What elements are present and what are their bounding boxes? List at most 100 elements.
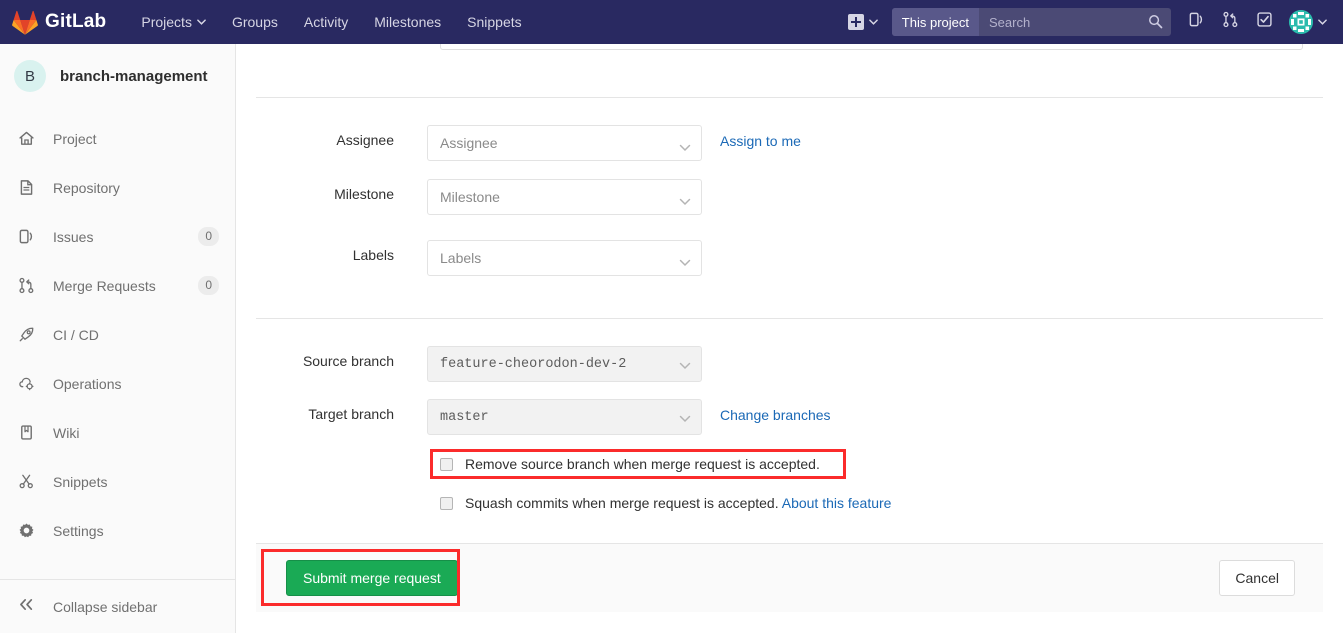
chevron-down-icon bbox=[679, 254, 691, 270]
labels-label: Labels bbox=[352, 247, 394, 263]
sidebar-item-project[interactable]: Project bbox=[0, 114, 235, 163]
gear-icon bbox=[18, 522, 35, 539]
search-icon bbox=[1148, 14, 1163, 34]
user-menu-button[interactable] bbox=[1281, 0, 1333, 44]
search-input[interactable] bbox=[979, 8, 1171, 36]
sidebar-item-ci-cd-label: CI / CD bbox=[53, 326, 99, 343]
document-icon bbox=[18, 179, 35, 196]
chevron-down-icon bbox=[679, 360, 691, 375]
labels-select[interactable]: Labels bbox=[427, 240, 702, 276]
project-name: branch-management bbox=[60, 67, 208, 85]
field-row-assignee: Assignee Assignee Assign to me bbox=[256, 125, 801, 161]
checkbox-row-squash-commits: Squash commits when merge request is acc… bbox=[440, 495, 891, 511]
merge-requests-icon bbox=[18, 277, 35, 294]
sidebar-item-wiki-label: Wiki bbox=[53, 424, 80, 441]
form-divider-middle bbox=[256, 318, 1323, 319]
cancel-button[interactable]: Cancel bbox=[1219, 560, 1295, 596]
about-this-feature-link[interactable]: About this feature bbox=[782, 495, 892, 511]
nav-link-milestones[interactable]: Milestones bbox=[361, 0, 454, 44]
sidebar-item-operations-label: Operations bbox=[53, 375, 122, 392]
plus-square-icon bbox=[847, 14, 864, 30]
sidebar-item-issues-label: Issues bbox=[53, 228, 94, 245]
chevron-down-icon bbox=[197, 19, 206, 25]
squash-commits-label[interactable]: Squash commits when merge request is acc… bbox=[465, 495, 891, 511]
navbar-right-group: This project bbox=[840, 0, 1343, 44]
issues-icon bbox=[1188, 11, 1205, 33]
target-branch-label: Target branch bbox=[308, 406, 394, 422]
navbar-issues-button[interactable] bbox=[1179, 0, 1213, 44]
sidebar-item-repository-label: Repository bbox=[53, 179, 120, 196]
nav-link-groups[interactable]: Groups bbox=[219, 0, 291, 44]
field-row-source-branch: Source branch feature-cheorodon-dev-2 bbox=[256, 346, 702, 382]
sidebar-project-header[interactable]: B branch-management bbox=[0, 44, 235, 108]
sidebar-item-snippets[interactable]: Snippets bbox=[0, 457, 235, 506]
collapse-sidebar-button[interactable]: Collapse sidebar bbox=[0, 579, 235, 633]
assignee-select-value: Assignee bbox=[440, 135, 498, 151]
target-branch-select[interactable]: master bbox=[427, 399, 702, 435]
navbar-merge-requests-button[interactable] bbox=[1213, 0, 1247, 44]
sidebar-item-settings-label: Settings bbox=[53, 522, 104, 539]
operations-cloud-gear-icon bbox=[18, 375, 35, 392]
gitlab-brand-text: GitLab bbox=[45, 11, 107, 32]
remove-source-branch-label[interactable]: Remove source branch when merge request … bbox=[465, 456, 820, 472]
sidebar-nav: Project Repository Issues 0 Merge Reques… bbox=[0, 108, 235, 555]
nav-link-projects[interactable]: Projects bbox=[128, 0, 219, 44]
book-icon bbox=[18, 424, 35, 441]
source-branch-value: feature-cheorodon-dev-2 bbox=[440, 356, 627, 372]
form-actions-bar: Submit merge request Cancel bbox=[256, 543, 1323, 612]
chevron-down-icon bbox=[1318, 19, 1327, 25]
nav-link-projects-label: Projects bbox=[141, 14, 192, 30]
target-branch-value: master bbox=[440, 409, 489, 425]
sidebar-item-ci-cd[interactable]: CI / CD bbox=[0, 310, 235, 359]
scrolled-partial-input[interactable] bbox=[440, 44, 1303, 50]
sidebar-item-issues[interactable]: Issues 0 bbox=[0, 212, 235, 261]
field-row-labels: Labels Labels bbox=[256, 240, 702, 276]
todos-check-icon bbox=[1256, 11, 1273, 33]
field-row-target-branch: Target branch master Change branches bbox=[256, 399, 831, 435]
merge-request-form-content: Assignee Assignee Assign to me Milestone… bbox=[236, 44, 1343, 633]
assignee-label: Assignee bbox=[336, 132, 394, 148]
sidebar-item-operations[interactable]: Operations bbox=[0, 359, 235, 408]
submit-merge-request-button[interactable]: Submit merge request bbox=[286, 560, 458, 596]
double-chevron-left-icon bbox=[18, 598, 35, 616]
sidebar-item-merge-requests[interactable]: Merge Requests 0 bbox=[0, 261, 235, 310]
chevron-down-icon bbox=[679, 193, 691, 209]
search-scope-button[interactable]: This project bbox=[891, 8, 979, 36]
gitlab-home-link[interactable]: GitLab bbox=[12, 0, 106, 44]
form-divider-top bbox=[256, 97, 1323, 98]
rocket-icon bbox=[18, 326, 35, 343]
sidebar-item-snippets-label: Snippets bbox=[53, 473, 108, 490]
sidebar-item-repository[interactable]: Repository bbox=[0, 163, 235, 212]
chevron-down-icon bbox=[679, 413, 691, 428]
navbar-todos-button[interactable] bbox=[1247, 0, 1281, 44]
navbar-links: Projects Groups Activity Milestones Snip… bbox=[128, 0, 534, 44]
new-item-button[interactable] bbox=[840, 0, 886, 44]
labels-select-value: Labels bbox=[440, 250, 482, 266]
remove-source-branch-checkbox[interactable] bbox=[440, 457, 453, 471]
squash-commits-checkbox[interactable] bbox=[440, 496, 453, 510]
assign-to-me-link[interactable]: Assign to me bbox=[720, 125, 801, 149]
assignee-select[interactable]: Assignee bbox=[427, 125, 702, 161]
sidebar-item-issues-badge: 0 bbox=[198, 227, 219, 246]
scissors-icon bbox=[18, 473, 35, 490]
source-branch-select[interactable]: feature-cheorodon-dev-2 bbox=[427, 346, 702, 382]
search-bar: This project bbox=[891, 8, 1171, 36]
chevron-down-icon bbox=[679, 139, 691, 155]
issues-icon bbox=[18, 228, 35, 245]
milestone-label: Milestone bbox=[334, 186, 394, 202]
sidebar-item-settings[interactable]: Settings bbox=[0, 506, 235, 555]
project-avatar: B bbox=[14, 60, 46, 92]
sidebar-item-wiki[interactable]: Wiki bbox=[0, 408, 235, 457]
milestone-select-value: Milestone bbox=[440, 189, 500, 205]
top-navbar: GitLab Projects Groups Activity Mileston… bbox=[0, 0, 1343, 44]
sidebar-item-project-label: Project bbox=[53, 130, 97, 147]
home-icon bbox=[18, 130, 35, 147]
nav-link-activity[interactable]: Activity bbox=[291, 0, 361, 44]
milestone-select[interactable]: Milestone bbox=[427, 179, 702, 215]
search-field[interactable] bbox=[979, 8, 1171, 36]
checkbox-row-remove-source-branch: Remove source branch when merge request … bbox=[440, 456, 820, 472]
project-sidebar: B branch-management Project Repository I… bbox=[0, 44, 236, 633]
nav-link-snippets[interactable]: Snippets bbox=[454, 0, 534, 44]
merge-requests-icon bbox=[1222, 11, 1239, 33]
change-branches-link[interactable]: Change branches bbox=[720, 399, 831, 423]
